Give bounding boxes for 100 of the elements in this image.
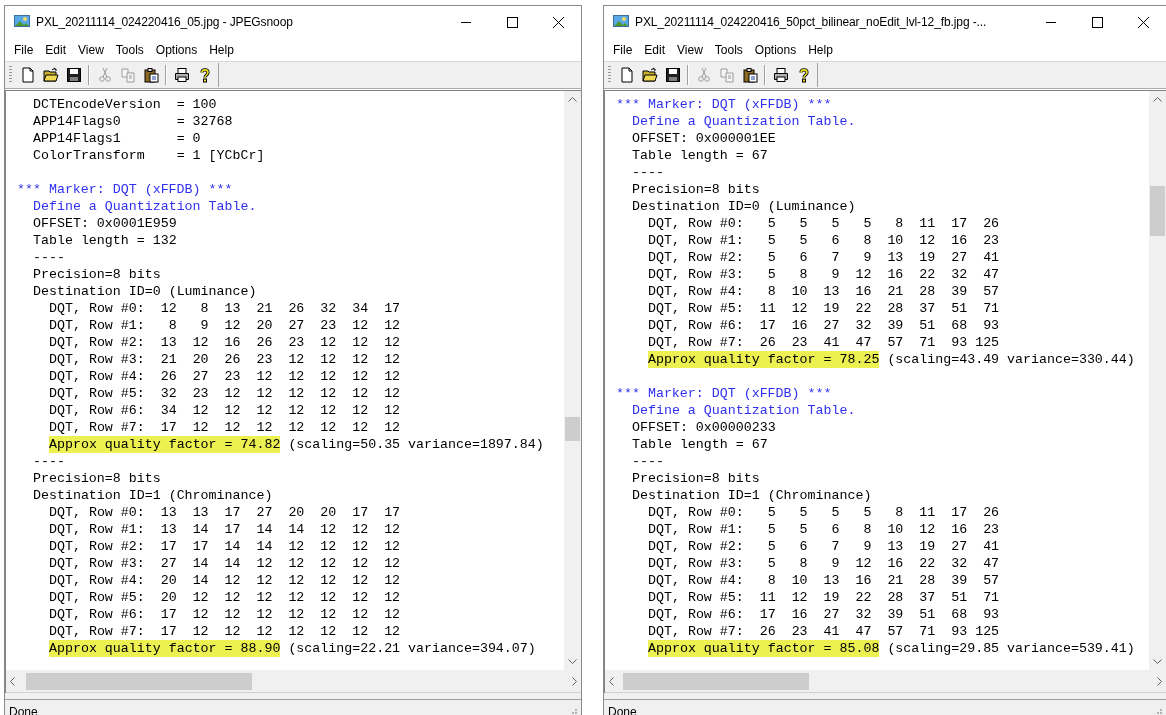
log-line: Precision=8 bits <box>33 266 161 283</box>
table-row-line: DQT, Row #4: 26 27 23 12 12 12 12 12 <box>49 368 401 385</box>
app-icon <box>613 15 629 29</box>
menu-item[interactable]: Help <box>203 40 240 59</box>
close-icon <box>1137 16 1149 28</box>
log-line: Destination ID=0 (Luminance) <box>632 198 856 215</box>
window-title: PXL_20211114_024220416_05.jpg - JPEGsnoop <box>36 15 294 29</box>
table-row-line: DQT, Row #6: 17 16 27 32 39 51 68 93 <box>648 317 1000 334</box>
table-row-line: DQT, Row #7: 26 23 41 47 57 71 93 125 <box>648 623 1000 640</box>
table-row-line: DQT, Row #4: 8 10 13 16 21 28 39 57 <box>648 572 1000 589</box>
table-row-line: DQT, Row #0: 5 5 5 5 8 11 17 26 <box>648 504 1000 521</box>
table-row-line: DQT, Row #7: 26 23 41 47 57 71 93 125 <box>648 334 1000 351</box>
marker-line: *** Marker: DQT (xFFDB) *** <box>616 385 832 402</box>
scaling-text: (scaling=50.35 variance=1897.84) <box>288 436 544 453</box>
table-row-line: DQT, Row #0: 12 8 13 21 26 32 34 17 <box>49 300 401 317</box>
app-icon <box>14 15 30 29</box>
log-line: ---- <box>632 164 664 181</box>
log-line: ---- <box>33 249 65 266</box>
quality-factor-highlight: Approx quality factor = 85.08 <box>648 640 880 657</box>
table-row-line: DQT, Row #1: 5 5 6 8 10 12 16 23 <box>648 521 1000 538</box>
log-line: OFFSET: 0x000001EE <box>632 130 776 147</box>
table-row-line: DQT, Row #3: 5 8 9 12 16 22 32 47 <box>648 266 1000 283</box>
menu-item[interactable]: Edit <box>39 40 73 59</box>
toolbar-grip[interactable] <box>608 66 611 84</box>
menu-item[interactable]: File <box>607 40 639 59</box>
scrollbar-thumb[interactable] <box>623 673 809 690</box>
scrollbar-thumb[interactable] <box>565 417 580 441</box>
table-row-line: DQT, Row #1: 13 14 17 14 14 12 12 12 <box>49 521 401 538</box>
log-line: Table length = 67 <box>632 147 768 164</box>
maximize-icon <box>506 16 518 28</box>
table-row-line: DQT, Row #0: 13 13 17 27 20 20 17 17 <box>49 504 401 521</box>
quality-factor-highlight: Approx quality factor = 78.25 <box>648 351 880 368</box>
scrollbar-thumb[interactable] <box>1150 186 1165 236</box>
table-row-line: DQT, Row #6: 17 12 12 12 12 12 12 12 <box>49 606 401 623</box>
menu-item[interactable]: Tools <box>708 40 749 59</box>
menu-item[interactable]: File <box>8 40 40 59</box>
scaling-text: (scaling=22.21 variance=394.07) <box>288 640 536 657</box>
menu-item[interactable]: View <box>671 40 709 59</box>
scrollbar-thumb[interactable] <box>26 673 252 690</box>
menu-item[interactable]: Edit <box>638 40 672 59</box>
log-line: Destination ID=1 (Chrominance) <box>33 487 273 504</box>
log-line: Precision=8 bits <box>632 470 760 487</box>
scroll-left-icon[interactable] <box>10 676 15 686</box>
table-row-line: DQT, Row #7: 17 12 12 12 12 12 12 12 <box>49 623 401 640</box>
scroll-up-icon[interactable] <box>1153 97 1162 102</box>
menu-item[interactable]: Help <box>802 40 839 59</box>
window-title: PXL_20211114_024220416_50pct_bilinear_noEdit_lvl-12_fb.jpg -... <box>635 15 988 29</box>
table-row-line: DQT, Row #5: 11 12 19 22 28 37 51 71 <box>648 300 1000 317</box>
log-line: Precision=8 bits <box>632 181 760 198</box>
marker-line: *** Marker: DQT (xFFDB) *** <box>616 96 832 113</box>
log-line: ---- <box>33 453 65 470</box>
log-heading: Define a Quantization Table. <box>632 113 856 130</box>
table-row-line: DQT, Row #0: 5 5 5 5 8 11 17 26 <box>648 215 1000 232</box>
table-row-line: DQT, Row #2: 5 6 7 9 13 19 27 41 <box>648 538 1000 555</box>
scroll-right-icon[interactable] <box>572 676 577 686</box>
table-row-line: DQT, Row #5: 32 23 12 12 12 12 12 12 <box>49 385 401 402</box>
menu-item[interactable]: Tools <box>109 40 150 59</box>
log-line: Destination ID=1 (Chrominance) <box>632 487 872 504</box>
menu-item[interactable]: Options <box>149 40 204 59</box>
table-row-line: DQT, Row #2: 17 17 14 14 12 12 12 12 <box>49 538 401 555</box>
maximize-icon <box>1091 16 1103 28</box>
log-line: OFFSET: 0x00000233 <box>632 419 776 436</box>
log-line: Precision=8 bits <box>33 470 161 487</box>
scroll-down-icon[interactable] <box>568 659 577 664</box>
scaling-text: (scaling=29.85 variance=539.41) <box>887 640 1135 657</box>
menu-item[interactable]: Options <box>748 40 803 59</box>
table-row-line: DQT, Row #3: 5 8 9 12 16 22 32 47 <box>648 555 1000 572</box>
table-row-line: DQT, Row #1: 8 9 12 20 27 23 12 12 <box>49 317 401 334</box>
table-row-line: DQT, Row #6: 17 16 27 32 39 51 68 93 <box>648 606 1000 623</box>
log-line: Destination ID=0 (Luminance) <box>33 283 257 300</box>
scroll-right-icon[interactable] <box>1157 676 1162 686</box>
table-row-line: DQT, Row #2: 13 12 16 26 23 12 12 12 <box>49 334 401 351</box>
table-row-line: DQT, Row #5: 11 12 19 22 28 37 51 71 <box>648 589 1000 606</box>
table-row-line: DQT, Row #5: 20 12 12 12 12 12 12 12 <box>49 589 401 606</box>
log-line: ---- <box>632 453 664 470</box>
log-line: ColorTransform = 1 [YCbCr] <box>33 147 265 164</box>
table-row-line: DQT, Row #6: 34 12 12 12 12 12 12 12 <box>49 402 401 419</box>
quality-factor-highlight: Approx quality factor = 88.90 <box>49 640 281 657</box>
log-line: DCTEncodeVersion = 100 <box>33 96 217 113</box>
marker-line: *** Marker: DQT (xFFDB) *** <box>17 181 233 198</box>
scaling-text: (scaling=43.49 variance=330.44) <box>887 351 1135 368</box>
log-line: OFFSET: 0x0001E959 <box>33 215 177 232</box>
table-row-line: DQT, Row #4: 20 14 12 12 12 12 12 12 <box>49 572 401 589</box>
menu-item[interactable]: View <box>72 40 110 59</box>
log-line: APP14Flags1 = 0 <box>33 130 201 147</box>
log-line: Table length = 132 <box>33 232 177 249</box>
close-icon <box>552 16 564 28</box>
table-row-line: DQT, Row #7: 17 12 12 12 12 12 12 12 <box>49 419 401 436</box>
scroll-up-icon[interactable] <box>568 97 577 102</box>
log-line: APP14Flags0 = 32768 <box>33 113 233 130</box>
scroll-left-icon[interactable] <box>609 676 614 686</box>
scroll-down-icon[interactable] <box>1153 659 1162 664</box>
minimize-icon <box>1046 21 1056 23</box>
table-row-line: DQT, Row #4: 8 10 13 16 21 28 39 57 <box>648 283 1000 300</box>
table-row-line: DQT, Row #2: 5 6 7 9 13 19 27 41 <box>648 249 1000 266</box>
log-heading: Define a Quantization Table. <box>632 402 856 419</box>
log-line: Table length = 67 <box>632 436 768 453</box>
toolbar-grip[interactable] <box>9 66 12 84</box>
minimize-icon <box>461 21 471 23</box>
table-row-line: DQT, Row #1: 5 5 6 8 10 12 16 23 <box>648 232 1000 249</box>
